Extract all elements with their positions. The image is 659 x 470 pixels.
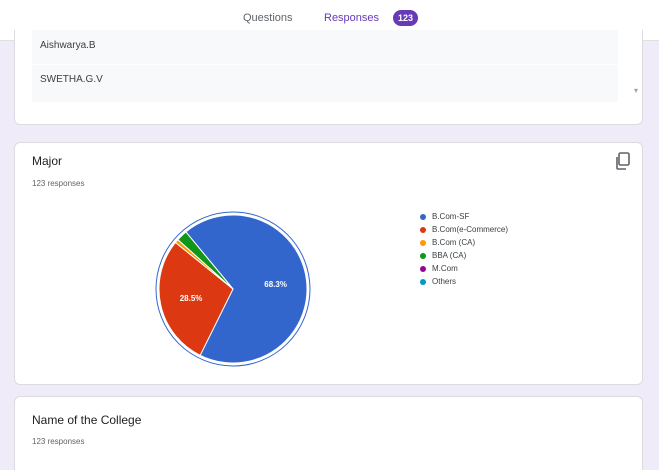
pie-chart: 68.3% 28.5%: [155, 211, 311, 367]
legend-swatch: [420, 214, 426, 220]
legend-swatch: [420, 279, 426, 285]
pie-data-label-0: 68.3%: [264, 280, 287, 289]
chart-legend: B.Com-SF B.Com(e-Commerce) B.Com (CA) BBA (…: [420, 212, 570, 290]
legend-swatch: [420, 266, 426, 272]
tab-responses[interactable]: Responses: [324, 12, 379, 24]
short-answer-responses-card: Aishwarya.B SWETHA.G.V ▾: [14, 30, 643, 125]
response-count: 123 responses: [32, 437, 85, 446]
legend-label: B.Com (CA): [432, 238, 476, 247]
copy-icon[interactable]: [613, 151, 633, 171]
legend-label: Others: [432, 277, 457, 286]
list-item: Aishwarya.B: [40, 40, 96, 51]
legend-item-0[interactable]: B.Com-SF: [420, 212, 570, 225]
question-title: Major: [32, 154, 63, 168]
list-item: SWETHA.G.V: [40, 74, 103, 85]
response-count: 123 responses: [32, 179, 85, 188]
list-divider: [32, 64, 618, 65]
college-question-card: Name of the College 123 responses: [14, 396, 643, 470]
forms-responses-page: Questions Responses 123 Aishwarya.B SWET…: [0, 0, 659, 470]
legend-swatch: [420, 227, 426, 233]
legend-label: BBA (CA): [432, 251, 467, 260]
legend-label: B.Com-SF: [432, 212, 470, 221]
legend-label: M.Com: [432, 264, 458, 273]
legend-item-4[interactable]: M.Com: [420, 264, 570, 277]
responses-count-badge: 123: [393, 10, 418, 26]
response-list: Aishwarya.B SWETHA.G.V: [32, 30, 618, 102]
legend-swatch: [420, 253, 426, 259]
scroll-down-arrow-icon[interactable]: ▾: [634, 86, 638, 95]
question-title: Name of the College: [32, 413, 142, 427]
list-scrollbar[interactable]: ▾: [634, 30, 642, 102]
legend-swatch: [420, 240, 426, 246]
pie-data-label-1: 28.5%: [180, 294, 203, 303]
legend-item-1[interactable]: B.Com(e-Commerce): [420, 225, 570, 238]
major-question-card: Major 123 responses 68.3% 28.5% B.Com-SF B…: [14, 142, 643, 385]
legend-item-2[interactable]: B.Com (CA): [420, 238, 570, 251]
legend-label: B.Com(e-Commerce): [432, 225, 509, 234]
legend-item-5[interactable]: Others: [420, 277, 570, 290]
tab-questions[interactable]: Questions: [243, 12, 293, 24]
legend-item-3[interactable]: BBA (CA): [420, 251, 570, 264]
